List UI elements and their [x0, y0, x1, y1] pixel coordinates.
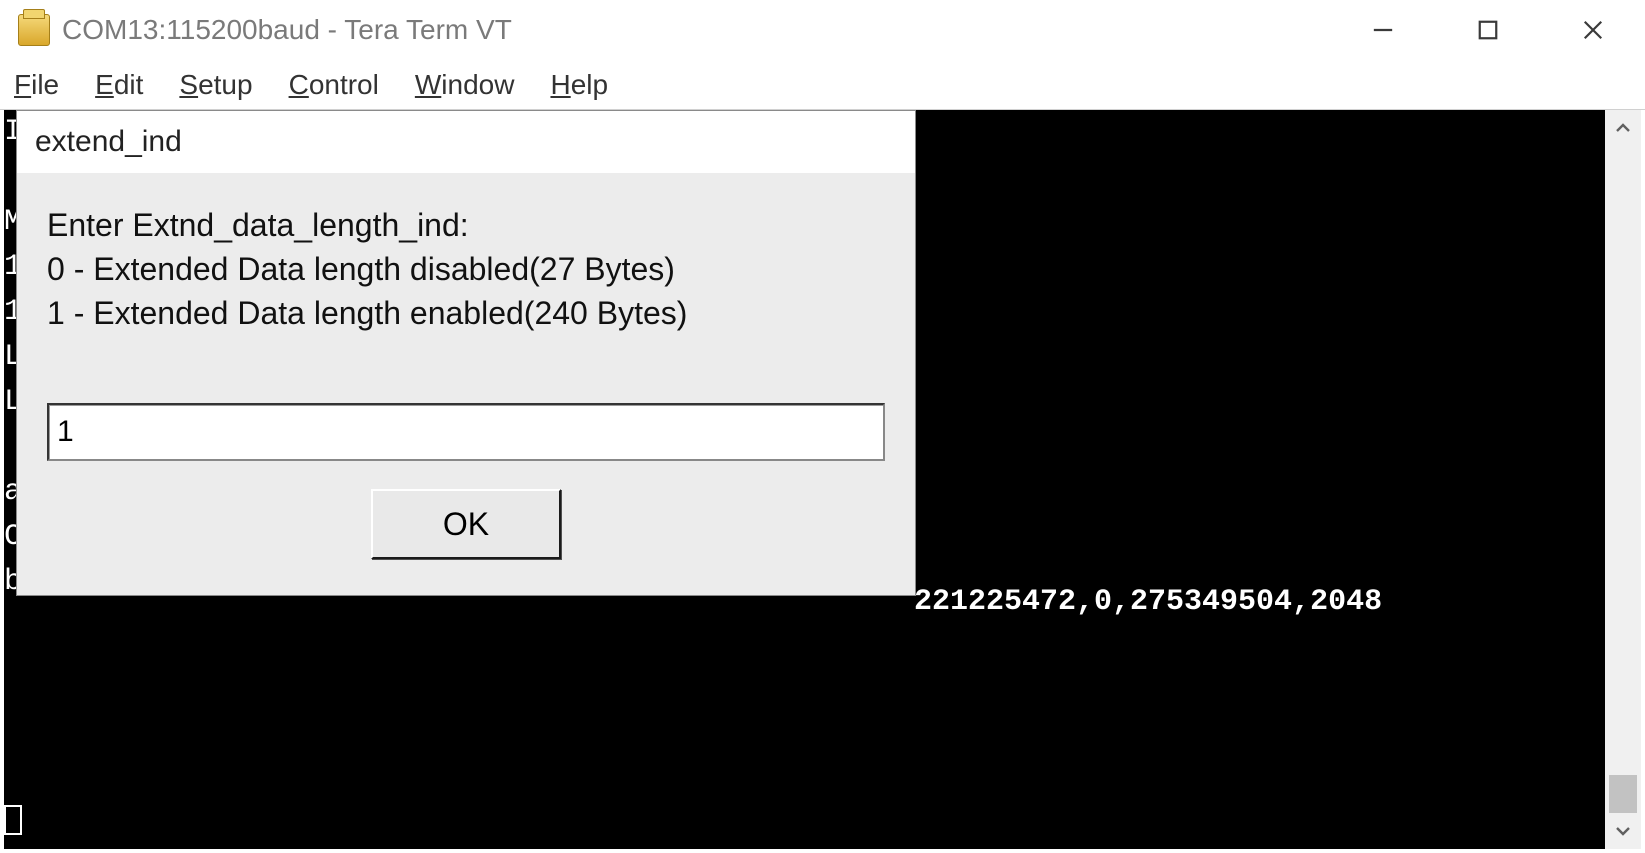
- menu-help[interactable]: Help: [550, 69, 608, 101]
- window-controls: [1330, 0, 1645, 60]
- menu-edit[interactable]: Edit: [95, 69, 143, 101]
- dialog-body: Enter Extnd_data_length_ind: 0 - Extende…: [17, 173, 915, 359]
- dialog-body-line: 0 - Extended Data length disabled(27 Byt…: [47, 247, 885, 291]
- close-icon: [1582, 19, 1604, 41]
- menu-file[interactable]: File: [14, 69, 59, 101]
- menu-setup[interactable]: Setup: [179, 69, 252, 101]
- scroll-up-button[interactable]: [1605, 110, 1641, 146]
- dialog-title: extend_ind: [17, 111, 915, 173]
- app-icon: [18, 14, 50, 46]
- minimize-icon: [1372, 19, 1394, 41]
- terminal-visible-line: 221225472,0,275349504,2048: [914, 580, 1382, 625]
- scroll-track[interactable]: [1605, 146, 1641, 813]
- chevron-down-icon: [1614, 822, 1632, 840]
- menubar: File Edit Setup Control Window Help: [0, 60, 1645, 110]
- maximize-button[interactable]: [1435, 0, 1540, 60]
- dialog-input[interactable]: [47, 403, 885, 461]
- dialog-input-wrap: [47, 403, 885, 461]
- input-dialog: extend_ind Enter Extnd_data_length_ind: …: [16, 110, 916, 596]
- minimize-button[interactable]: [1330, 0, 1435, 60]
- titlebar: COM13:115200baud - Tera Term VT: [0, 0, 1645, 60]
- dialog-body-line: 1 - Extended Data length enabled(240 Byt…: [47, 291, 885, 335]
- menu-control[interactable]: Control: [289, 69, 379, 101]
- close-button[interactable]: [1540, 0, 1645, 60]
- vertical-scrollbar[interactable]: [1605, 110, 1641, 849]
- dialog-body-line: Enter Extnd_data_length_ind:: [47, 203, 885, 247]
- scroll-thumb[interactable]: [1609, 775, 1637, 813]
- menu-window[interactable]: Window: [415, 69, 515, 101]
- terminal-cursor: [4, 805, 22, 835]
- scroll-down-button[interactable]: [1605, 813, 1641, 849]
- window-title: COM13:115200baud - Tera Term VT: [62, 14, 512, 46]
- ok-button[interactable]: OK: [371, 489, 561, 559]
- maximize-icon: [1477, 19, 1499, 41]
- chevron-up-icon: [1614, 119, 1632, 137]
- terminal-client-area: IM11LLaCb221225472,0,275349504,2048 exte…: [0, 110, 1645, 853]
- dialog-buttons: OK: [17, 461, 915, 595]
